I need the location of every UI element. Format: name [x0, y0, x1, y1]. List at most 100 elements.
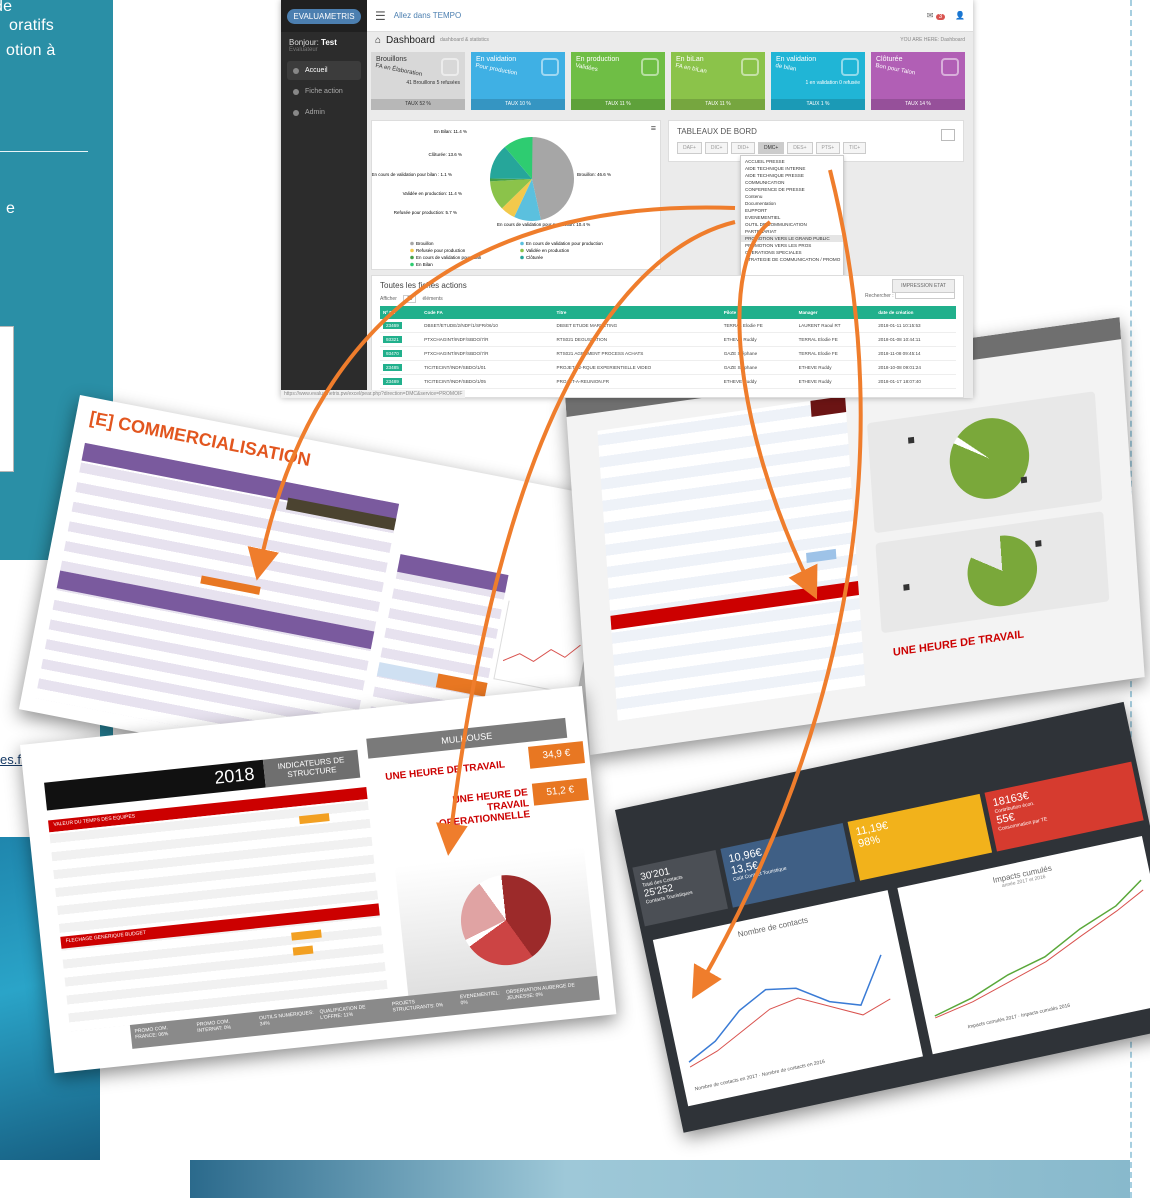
hour-label: UNE HEURE DE TRAVAIL — [384, 759, 506, 783]
show-label: Afficher — [380, 296, 397, 302]
brand-logo[interactable]: EVALUAMETRIS — [287, 8, 361, 24]
home-icon[interactable]: ⌂ — [375, 35, 381, 46]
sidebar-item-admin[interactable]: Admin — [287, 103, 361, 122]
table-cell: PROJET-A-REUNION.FR — [553, 374, 721, 389]
column-header[interactable]: Nº FA — [380, 306, 422, 319]
table-row[interactable]: 93470 PTXCHAGINT/INDF/SBDO/7/R RTS021 AGRE… — [380, 346, 956, 361]
notification-badge: 3 — [935, 14, 946, 20]
indicators-title: INDICATEURS DE STRUCTURE — [262, 749, 361, 788]
dropdown-item[interactable]: PROMOTION VERS LE GRAND PUBLIC — [741, 235, 843, 242]
column-header[interactable]: Code FA — [421, 306, 554, 319]
dashboard-topbar: ☰ Allez dans TEMPO ✉ 3 👤 — [367, 0, 973, 32]
dropdown-item[interactable]: PROMOTION VERS LES PROS — [741, 242, 843, 249]
table-row[interactable]: 23485 TICITECINT/INDF/SBDO/1/01 PROJET-12-… — [380, 360, 956, 375]
file-icon — [293, 88, 299, 95]
status-card[interactable]: En biLan FA en biLan 10/88 TAUX 11 % — [671, 52, 765, 398]
legend-item[interactable]: Refusée pour production — [416, 248, 466, 253]
category-label: PROJETS STRUCTURANTS: 0% — [391, 999, 444, 1014]
user-icon[interactable]: 👤 — [955, 11, 965, 20]
category-label: QUALIFICATION DE L'OFFRE: 11% — [319, 1004, 366, 1022]
table-cell: 93470 — [380, 346, 422, 361]
card-footer[interactable]: TAUX 11 % — [671, 99, 765, 110]
dropdown-item[interactable]: EVENEMENTIEL — [741, 214, 843, 221]
dropdown-item[interactable]: Contenu — [741, 193, 843, 200]
legend-item[interactable]: En Bilan — [416, 262, 433, 267]
status-card[interactable]: Clôturée Bon pour Talon 12/88 TAUX 14 % — [871, 52, 965, 398]
dropdown-item[interactable]: COMMUNICATION — [741, 179, 843, 186]
table-cell: 23469 — [380, 319, 422, 333]
gear-icon — [293, 109, 299, 116]
table-row[interactable]: 23469 DBSET/ETUDE/2/NDF/1/SFR/06/10 DBSET … — [380, 319, 956, 333]
legend-item[interactable]: Clôturée — [526, 255, 544, 260]
sidebar-item-fiche-action[interactable]: Fiche action — [287, 82, 361, 101]
dropdown-item[interactable]: Documentation — [741, 200, 843, 207]
dropdown-item[interactable]: EUPPORT — [741, 207, 843, 214]
status-card[interactable]: En validation de bilan 1/88 1 en validat… — [771, 52, 865, 398]
hour-operational-value: 51,2 € — [531, 777, 589, 806]
legend-item[interactable]: En cours de validation pour bilan — [416, 255, 482, 260]
search-input[interactable] — [895, 292, 955, 299]
page-size-select[interactable]: 10 — [402, 295, 417, 303]
page-header: ⌂ Dashboard dashboard & statistics YOU A… — [367, 32, 973, 48]
pie-chart — [965, 530, 1040, 611]
status-card[interactable]: En validation Pour production 9/88 TAUX … — [471, 52, 565, 398]
table-row[interactable]: 23489 TICITECINT/INDF/SBDO/1/05 PROJET-A-R… — [380, 374, 956, 389]
dashboard-tab[interactable]: DAF+ — [677, 142, 702, 154]
dashboard-tab[interactable]: DES+ — [787, 142, 813, 154]
column-header[interactable]: Manager — [795, 306, 876, 319]
grid-icon[interactable] — [941, 129, 955, 141]
card-footer[interactable]: TAUX 14 % — [871, 99, 965, 110]
table-cell: 2018-01-17 18:07:40 — [875, 374, 956, 389]
table-cell: PROJET-12-RQUE EXPERIENTIELLE VIDEO — [553, 360, 721, 375]
sidebar-item-accueil[interactable]: Accueil — [287, 61, 361, 80]
dropdown-item[interactable]: OUTIL DE COMMUNICATION — [741, 221, 843, 228]
dashboard-tab[interactable]: DMC+ — [757, 142, 785, 154]
table-cell: 93321 — [380, 332, 422, 347]
panel-menu-icon[interactable]: ≡ — [651, 123, 656, 133]
legend-item[interactable]: En cours de validation pour production — [526, 241, 603, 246]
dashboard-tab[interactable]: TIC+ — [843, 142, 867, 154]
table-cell: ETHEVE Ruddy — [720, 332, 796, 347]
dropdown-item[interactable]: AIDE TECHNIQUE PRESSE — [741, 172, 843, 179]
tempo-link[interactable]: Allez dans TEMPO — [394, 11, 461, 20]
dashboard-tab[interactable]: DID+ — [731, 142, 755, 154]
dropdown-item[interactable]: ACCUEIL PRESSE — [741, 158, 843, 165]
table-row[interactable]: 93321 PTXCHAGINT/INDF/SBDO/7/R RTS021 DEGU… — [380, 332, 956, 347]
dropdown-item[interactable]: PARTENARIAT — [741, 228, 843, 235]
pie-label: En cours de validation pour bilan : 1.1 … — [372, 172, 452, 177]
menu-toggle-icon[interactable]: ☰ — [375, 9, 386, 23]
card-footer[interactable]: TAUX 52 % — [371, 99, 465, 110]
dropdown-item[interactable]: AIDE TECHNIQUE INTERNE — [741, 165, 843, 172]
card-footer[interactable]: TAUX 10 % — [471, 99, 565, 110]
print-state-button[interactable]: IMPRESSION ETAT — [892, 279, 955, 293]
card-footer[interactable]: TAUX 1 % — [771, 99, 865, 110]
table-cell: LAURENT Raoul RT — [795, 319, 876, 333]
pie-label — [1035, 540, 1042, 547]
table-body: 23469 DBSET/ETUDE/2/NDF/1/SFR/06/10 DBSET … — [380, 319, 956, 389]
dropdown-item[interactable]: OPERATIONS SPECIALES — [741, 249, 843, 256]
dashboard-tab[interactable]: DIC+ — [704, 142, 729, 154]
status-card[interactable]: En production Validées 10/88 TAUX 11 % — [571, 52, 665, 398]
pie-slice[interactable] — [532, 137, 574, 221]
status-url: https://www.evaluametris.pw/excel/pear.p… — [281, 390, 466, 398]
notification-icon[interactable]: ✉ 3 — [927, 11, 946, 20]
breadcrumb: YOU ARE HERE: Dashboard — [900, 37, 965, 43]
greeting-name: Test — [321, 38, 337, 47]
card-footer[interactable]: TAUX 11 % — [571, 99, 665, 110]
status-card[interactable]: Brouillons FA en Élaboration 46/88 41 Br… — [371, 52, 465, 398]
dropdown-item[interactable]: CONFERENCE DE PRESSE — [741, 186, 843, 193]
dropdown-item[interactable]: STRATEGIE DE COMMUNICATION / PROMO — [741, 256, 843, 263]
table-cell: GAZE Stéphane — [720, 360, 796, 375]
column-header[interactable]: date de création — [875, 306, 956, 319]
legend-item[interactable]: Brouillon — [416, 241, 434, 246]
column-header[interactable]: Pilote — [720, 306, 796, 319]
legend-item[interactable]: Validée en production — [526, 248, 570, 253]
dashboard-tab[interactable]: PTS+ — [815, 142, 841, 154]
table-cell: 2018-10-08 09:01:24 — [875, 360, 956, 375]
impacts-chart: Impacts cumulés année 2017 et 2016 Impac… — [897, 836, 1150, 1055]
pie-label: En Bilan: 11.4 % — [434, 129, 467, 134]
card-icon — [441, 58, 459, 76]
kpi-card-contacts: 30'201 Total des Contacts 25'252 Contact… — [632, 849, 728, 927]
status-pie-panel: ≡ En Bilan: 11.4 % Clôturée: 13.6 % En cou… — [371, 120, 661, 270]
column-header[interactable]: Titre — [553, 306, 721, 319]
